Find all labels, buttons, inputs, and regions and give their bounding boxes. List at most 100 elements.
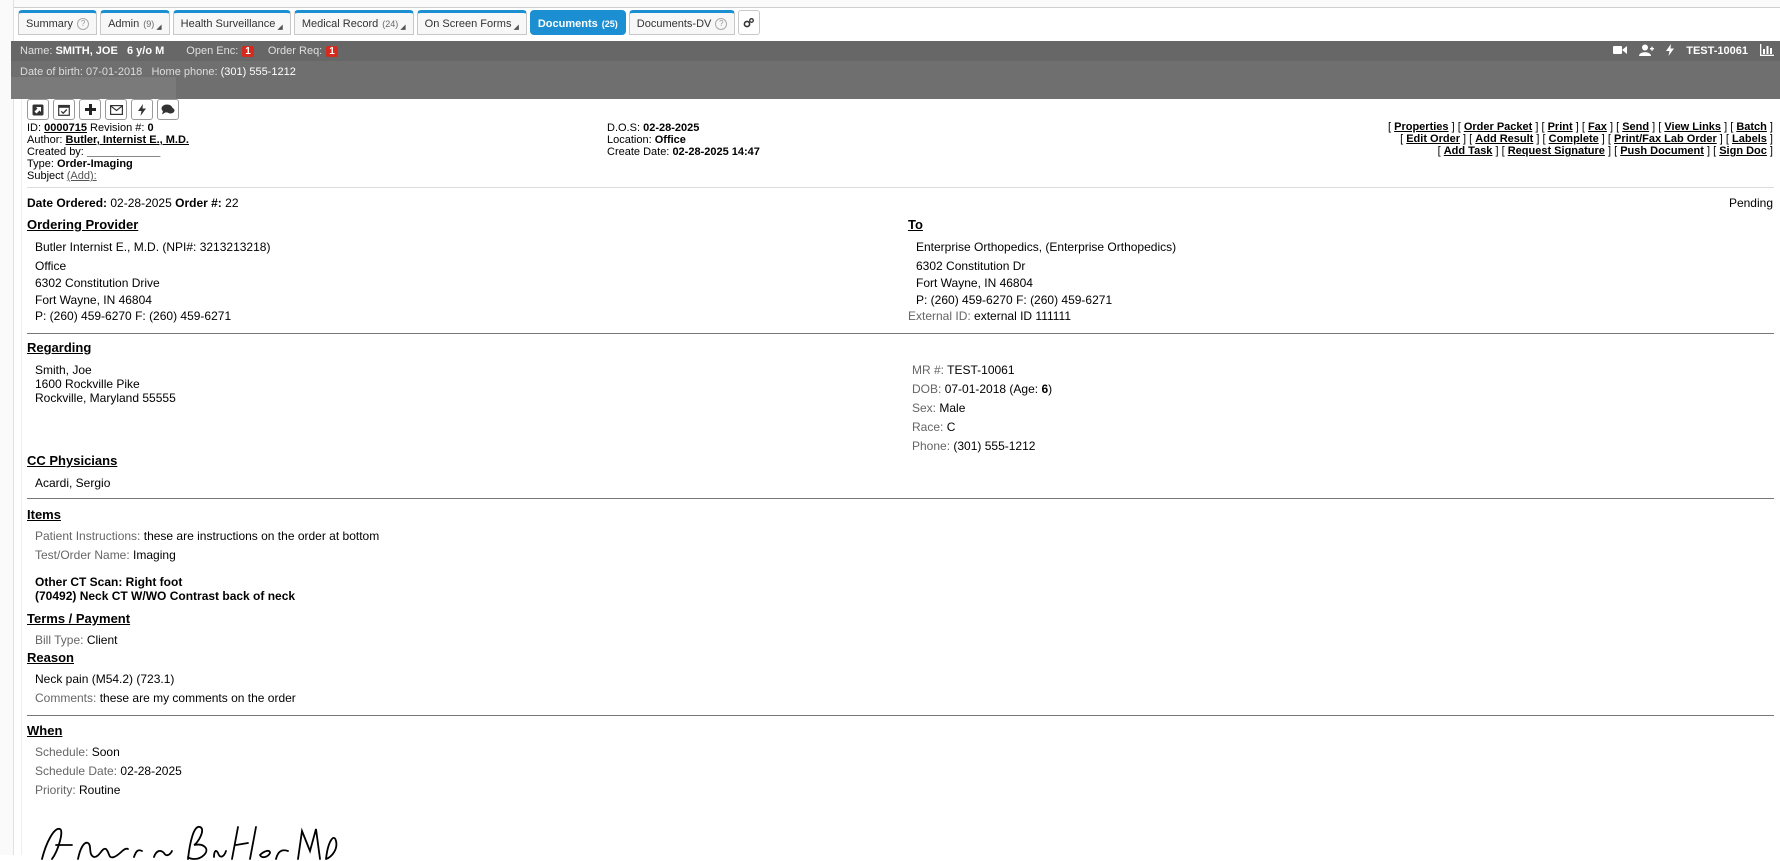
document-actions: [ Properties ] [ Order Packet ] [ Print … <box>1388 121 1773 157</box>
add-result-link[interactable]: Add Result <box>1475 133 1533 145</box>
tab-documents-dv[interactable]: Documents-DV ? <box>628 10 736 35</box>
batch-link[interactable]: Batch <box>1736 121 1767 133</box>
order-packet-link[interactable]: Order Packet <box>1464 121 1532 133</box>
patient-instructions: Patient Instructions: these are instruct… <box>35 529 379 543</box>
open-enc-badge[interactable]: 1 <box>242 45 254 57</box>
priority: Priority: Routine <box>35 783 120 797</box>
test-order-name: Test/Order Name: Imaging <box>35 548 176 562</box>
tab-on-screen-forms[interactable]: On Screen Forms ◢ <box>416 10 527 35</box>
order-item-2: (70492) Neck CT W/WO Contrast back of ne… <box>35 589 296 603</box>
type-value: Order-Imaging <box>56 158 133 170</box>
edit-order-link[interactable]: Edit Order <box>1406 133 1460 145</box>
email-button[interactable] <box>105 99 127 120</box>
plus-icon <box>84 104 96 115</box>
open-external-button[interactable] <box>27 99 49 120</box>
schedule: Schedule: Soon <box>35 745 120 759</box>
regarding-city: Rockville, Maryland 55555 <box>35 391 176 405</box>
tab-summary[interactable]: Summary ? <box>18 10 98 35</box>
tab-documents[interactable]: Documents (25) <box>529 10 626 35</box>
mr-label: MR #: <box>912 363 945 377</box>
request-signature-link[interactable]: Request Signature <box>1508 145 1605 157</box>
order-req-badge[interactable]: 1 <box>326 45 338 57</box>
tab-label: Health Surveillance <box>180 17 276 30</box>
patient-mrn: TEST-10061 <box>1686 45 1748 57</box>
send-link[interactable]: Send <box>1622 121 1649 133</box>
patient-name[interactable]: SMITH, JOE <box>55 45 117 57</box>
sign-doc-link[interactable]: Sign Doc <box>1719 145 1767 157</box>
provider-location: Office <box>35 259 67 273</box>
dos-value: 02-28-2025 <box>643 122 700 134</box>
add-button[interactable] <box>79 99 101 120</box>
test-label: Test/Order Name: <box>35 548 130 562</box>
tab-admin[interactable]: Admin (9) ◢ <box>100 10 170 35</box>
external-id: External ID: external ID 111111 <box>908 309 1071 323</box>
comments-button[interactable] <box>157 99 179 120</box>
user-add-icon[interactable] <box>1639 44 1655 59</box>
bill-type-label: Bill Type: <box>35 633 84 647</box>
calendar-check-button[interactable] <box>53 99 75 120</box>
date-ordered-value: 02-28-2025 <box>110 196 172 210</box>
properties-link[interactable]: Properties <box>1394 121 1448 133</box>
print-link[interactable]: Print <box>1548 121 1573 133</box>
instructions-value: these are instructions on the order at b… <box>143 529 380 543</box>
section-divider <box>27 498 1774 499</box>
to-street: 6302 Constitution Dr <box>916 259 1026 273</box>
document-meta-center: D.O.S: 02-28-2025 Location: Office Creat… <box>607 122 760 158</box>
created-by-value[interactable]: ____________ <box>87 146 160 158</box>
regarding-race: Race: C <box>912 420 955 434</box>
sex-label: Sex: <box>912 401 937 415</box>
order-status: Pending <box>1728 196 1773 210</box>
fax-link[interactable]: Fax <box>1588 121 1607 133</box>
divider <box>27 187 1774 188</box>
quick-action-button[interactable] <box>131 99 153 120</box>
signature-image <box>41 826 338 860</box>
tab-count: (9) <box>143 18 155 29</box>
race-label: Race: <box>912 420 944 434</box>
reason-comments: Comments: these are my comments on the o… <box>35 691 296 705</box>
section-divider <box>27 333 1774 334</box>
sex-value: Male <box>939 401 966 415</box>
bar-chart-icon[interactable] <box>1760 43 1774 59</box>
banner-overlay <box>11 77 176 99</box>
settings-gear-button[interactable] <box>738 10 761 35</box>
id-label: ID: <box>27 122 42 134</box>
left-rail <box>0 0 14 855</box>
regarding-sex: Sex: Male <box>912 401 965 415</box>
external-id-label: External ID: <box>908 309 971 323</box>
phone-label: Phone: <box>912 439 951 453</box>
author-link[interactable]: Butler, Internist E., M.D. <box>66 134 189 146</box>
name-label: Name: <box>20 45 53 57</box>
video-camera-icon[interactable] <box>1613 44 1628 58</box>
add-task-link[interactable]: Add Task <box>1444 145 1493 157</box>
external-link-icon <box>32 104 44 115</box>
document-id[interactable]: 0000715 <box>44 122 87 134</box>
help-icon[interactable]: ? <box>715 17 728 30</box>
priority-label: Priority: <box>35 783 76 797</box>
regarding-dob: DOB: 07-01-2018 (Age: 6) <box>912 382 1052 396</box>
labels-link[interactable]: Labels <box>1732 133 1767 145</box>
gears-icon <box>743 17 755 27</box>
complete-link[interactable]: Complete <box>1549 133 1599 145</box>
regarding-phone: Phone: (301) 555-1212 <box>912 439 1035 453</box>
created-by-label: Created by: <box>27 146 84 158</box>
patient-banner: Name: SMITH, JOE 6 y/o M Open Enc: 1 Ord… <box>11 41 1780 61</box>
instructions-label: Patient Instructions: <box>35 529 141 543</box>
subject-add-link[interactable]: (Add): <box>67 170 97 182</box>
home-phone-value: (301) 555-1212 <box>220 66 296 78</box>
help-icon[interactable]: ? <box>77 17 90 30</box>
lightning-icon[interactable] <box>1666 43 1675 59</box>
create-date-value: 02-28-2025 14:47 <box>672 146 760 158</box>
tab-health-surveillance[interactable]: Health Surveillance ◢ <box>172 10 291 35</box>
when-title: When <box>27 723 63 738</box>
print-fax-lab-order-link[interactable]: Print/Fax Lab Order <box>1614 133 1717 145</box>
schedule-date: Schedule Date: 02-28-2025 <box>35 764 182 778</box>
regarding-mr: MR #: TEST-10061 <box>912 363 1015 377</box>
corner-arrow-icon: ◢ <box>400 24 406 31</box>
tab-medical-record[interactable]: Medical Record (24) ◢ <box>293 10 414 35</box>
ordering-provider-title: Ordering Provider <box>27 217 139 232</box>
view-links-link[interactable]: View Links <box>1664 121 1721 133</box>
push-document-link[interactable]: Push Document <box>1620 145 1704 157</box>
bill-type-value: Client <box>86 633 118 647</box>
tab-label: On Screen Forms <box>424 17 512 30</box>
regarding-name: Smith, Joe <box>35 363 92 377</box>
